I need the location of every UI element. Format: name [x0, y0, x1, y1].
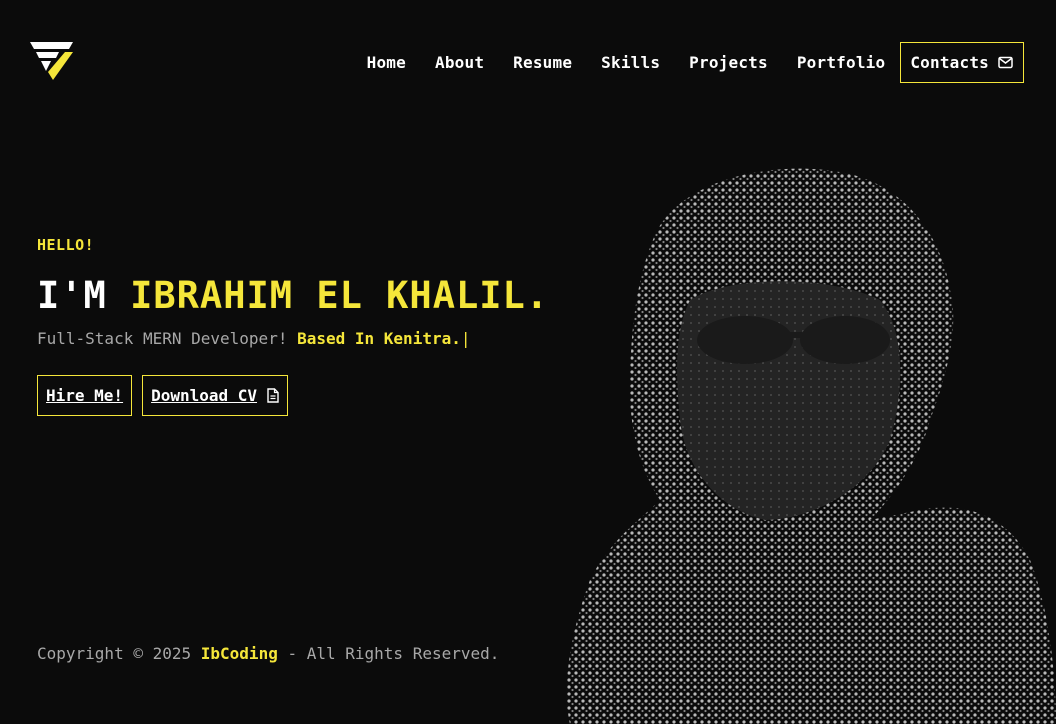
fi-logo-icon	[30, 42, 73, 80]
nav-portfolio[interactable]: Portfolio	[797, 53, 886, 72]
hire-me-label: Hire Me!	[46, 386, 124, 405]
hero-subtitle: Full-Stack MERN Developer! Based In Keni…	[37, 329, 549, 348]
nav-about[interactable]: About	[435, 53, 484, 72]
role-text: Full-Stack MERN Developer!	[37, 329, 288, 348]
download-cv-label: Download CV	[151, 386, 258, 405]
nav-skills[interactable]: Skills	[601, 53, 660, 72]
nav-home[interactable]: Home	[367, 53, 406, 72]
document-icon	[267, 388, 279, 403]
name-prefix: I'M	[37, 274, 131, 317]
location-text: Based In Kenitra.	[297, 329, 461, 348]
download-cv-button[interactable]: Download CV	[142, 375, 289, 416]
rights-text: - All Rights Reserved.	[287, 644, 500, 663]
mail-icon	[998, 56, 1013, 69]
main-nav: Home About Resume Skills Projects Portfo…	[338, 42, 1024, 83]
brand-link[interactable]: IbCoding	[201, 644, 278, 663]
copyright-footer: Copyright © 2025 IbCoding - All Rights R…	[37, 644, 499, 663]
particle-portrait-image	[566, 168, 1056, 724]
hero-title: I'M IBRAHIM EL KHALIL.	[37, 274, 549, 317]
contacts-label: Contacts	[910, 53, 989, 72]
hire-me-button[interactable]: Hire Me!	[37, 375, 133, 416]
hello-text: HELLO!	[37, 236, 95, 254]
site-logo[interactable]	[29, 40, 75, 82]
contacts-button[interactable]: Contacts	[900, 42, 1024, 83]
hero-actions: Hire Me! Download CV	[37, 375, 549, 416]
nav-resume[interactable]: Resume	[513, 53, 572, 72]
typing-caret: |	[460, 329, 471, 348]
hero-name: IBRAHIM EL KHALIL.	[130, 274, 550, 317]
copyright-text: Copyright © 2025	[37, 644, 192, 663]
nav-projects[interactable]: Projects	[689, 53, 768, 72]
hero-section: HELLO! I'M IBRAHIM EL KHALIL. Full-Stack…	[37, 236, 549, 416]
